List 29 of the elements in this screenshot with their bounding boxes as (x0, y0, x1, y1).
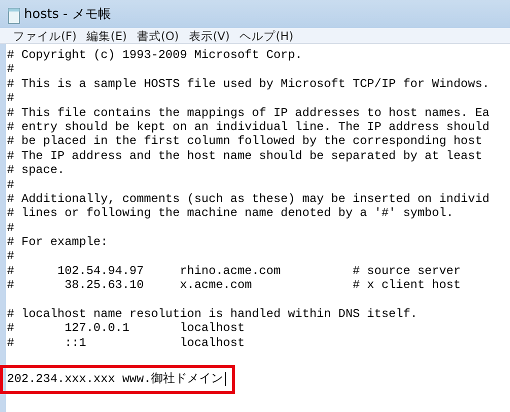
code-line: # be placed in the first column followed by the corresponding host (7, 134, 482, 148)
code-line: # (7, 91, 14, 106)
code-line: # localhost name resolution is handled within DNS itself. (7, 307, 418, 322)
code-line: # For example: (7, 235, 108, 250)
code-line: # 127.0.0.1 localhost (7, 321, 245, 336)
code-line: # entry should be kept on an individual line. The IP address should (7, 120, 490, 134)
code-line: # Copyright (c) 1993-2009 Microsoft Corp. (7, 48, 302, 62)
code-line: # (7, 220, 14, 235)
code-line: # 38.25.63.10 x.acme.com # x client host (7, 278, 461, 292)
text-cursor (225, 372, 226, 386)
menu-item[interactable]: ヘルプ(H) (234, 28, 298, 43)
menu-item[interactable]: 編集(E) (82, 28, 132, 43)
code-line: 202.234.xxx.xxx www.御社ドメイン (7, 373, 224, 386)
notepad-icon (8, 8, 20, 24)
code-line: # ::1 localhost (7, 336, 245, 350)
window-title: hosts - メモ帳 (24, 6, 111, 24)
code-line: # (7, 62, 14, 76)
menu-item[interactable]: 書式(O) (132, 28, 184, 43)
code-line: # Additionally, comments (such as these) may be inserted on individ (7, 192, 490, 206)
code-line: # (7, 178, 14, 192)
code-line: # lines or following the machine name denoted by a '#' symbol. (7, 206, 454, 220)
menu-item[interactable]: 表示(V) (184, 28, 235, 43)
code-line: # 102.54.94.97 rhino.acme.com # source server (7, 264, 461, 278)
code-line: # space. (7, 163, 65, 178)
code-line: # This file contains the mappings of IP addresses to host names. Ea (7, 106, 490, 120)
code-line: # The IP address and the host name should be separated by at least (7, 148, 482, 163)
code-line: # This is a sample HOSTS file used by Microsoft TCP/IP for Windows. (7, 76, 490, 91)
code-line: # (7, 249, 14, 264)
menu-item[interactable]: ファイル(F) (8, 28, 82, 43)
